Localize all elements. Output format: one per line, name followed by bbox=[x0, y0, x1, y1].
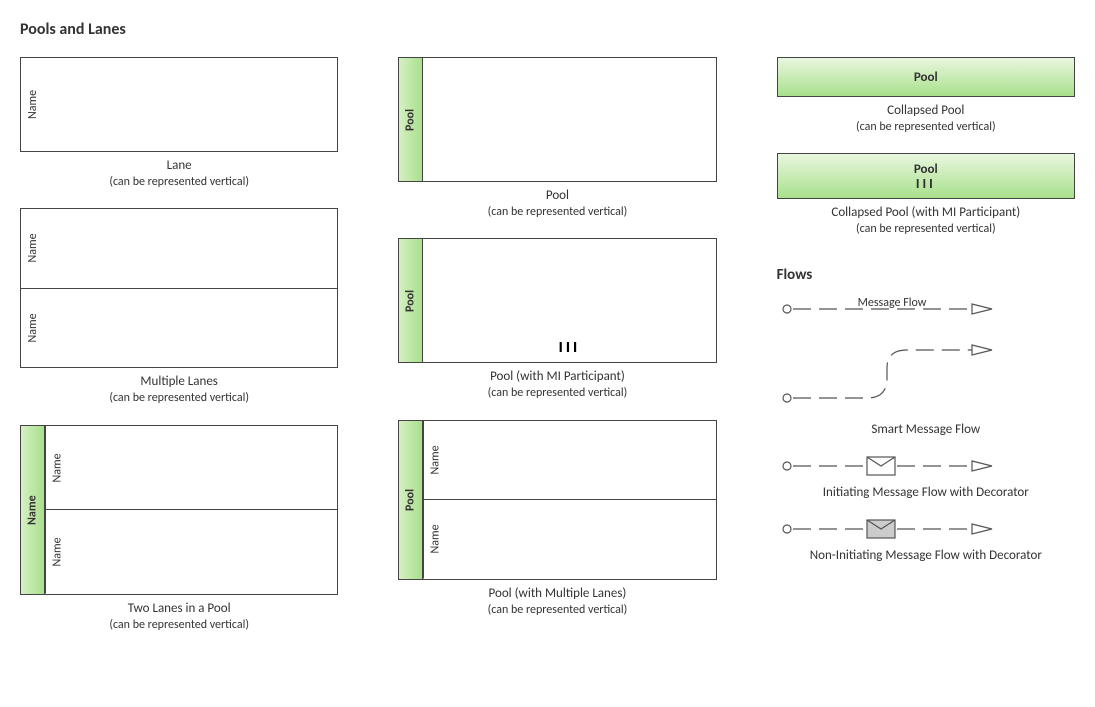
lane-row: Name bbox=[423, 421, 715, 500]
caption-sub: (can be represented vertical) bbox=[777, 222, 1075, 238]
flow-arrow-icon bbox=[972, 304, 992, 314]
flows-title: Flows bbox=[777, 266, 1075, 284]
pool-header: Pool bbox=[399, 421, 423, 579]
lane-label: Name bbox=[45, 426, 69, 510]
collapsed-pool-mi-caption: Collapsed Pool (with MI Participant) (ca… bbox=[777, 205, 1075, 237]
caption-sub: (can be represented vertical) bbox=[20, 618, 338, 634]
pool-header: Pool bbox=[399, 239, 423, 362]
pool-caption: Pool (can be represented vertical) bbox=[398, 188, 716, 220]
columns: Name Lane (can be represented vertical) … bbox=[20, 57, 1075, 651]
multiple-lanes-caption: Multiple Lanes (can be represented verti… bbox=[20, 374, 338, 406]
pool-multiple-lanes-shape: Pool Name Name bbox=[398, 420, 716, 580]
collapsed-pool-mi-shape: Pool III bbox=[777, 153, 1075, 199]
lane-row: Name bbox=[45, 509, 337, 594]
pool-shape: Pool bbox=[398, 57, 716, 182]
flow-start-circle-icon bbox=[783, 305, 791, 313]
pool-mi-shape: Pool III bbox=[398, 238, 716, 363]
lanes-container: Name Name bbox=[423, 421, 715, 579]
lane-shape: Name bbox=[20, 57, 338, 152]
pool-label: Pool bbox=[399, 239, 422, 362]
collapsed-pool-shape: Pool bbox=[777, 57, 1075, 97]
lane-row: Name bbox=[423, 499, 715, 579]
lane-row: Name bbox=[45, 426, 337, 510]
lane-body bbox=[45, 58, 337, 151]
column-2: Pool Pool (can be represented vertical) … bbox=[398, 57, 716, 651]
caption-title: Collapsed Pool bbox=[777, 103, 1075, 120]
collapsed-pool-caption: Collapsed Pool (can be represented verti… bbox=[777, 103, 1075, 135]
message-flow-shape: Message Flow bbox=[777, 294, 1075, 324]
smart-message-flow-shape: Smart Message Flow bbox=[777, 338, 1075, 437]
pool-label: Name bbox=[21, 426, 44, 594]
non-initiating-message-flow-shape: Non-Initiating Message Flow with Decorat… bbox=[777, 514, 1075, 563]
lane-row: Name bbox=[21, 288, 337, 368]
caption-sub: (can be represented vertical) bbox=[398, 603, 716, 619]
lane-label: Name bbox=[423, 500, 447, 579]
caption-title: Pool (with MI Participant) bbox=[398, 369, 716, 386]
caption-title: Pool bbox=[398, 188, 716, 205]
lane-label: Name bbox=[21, 209, 45, 288]
pool-header: Name bbox=[21, 426, 45, 594]
caption-sub: (can be represented vertical) bbox=[398, 386, 716, 402]
pool-header: Pool bbox=[399, 58, 423, 181]
pool-body bbox=[423, 58, 715, 181]
lane-label: Name bbox=[45, 510, 69, 594]
lane-label: Name bbox=[423, 421, 447, 500]
flow-caption: Initiating Message Flow with Decorator bbox=[777, 485, 1075, 500]
column-3: Pool Collapsed Pool (can be represented … bbox=[777, 57, 1075, 651]
mi-participant-icon: III bbox=[559, 339, 581, 356]
caption-sub: (can be represented vertical) bbox=[20, 391, 338, 407]
lane-row: Name bbox=[21, 209, 337, 288]
lane-caption-sub: (can be represented vertical) bbox=[20, 175, 338, 191]
two-lanes-pool-shape: Name Name Name bbox=[20, 425, 338, 595]
caption-title: Multiple Lanes bbox=[20, 374, 338, 391]
lane-body bbox=[45, 209, 337, 288]
collapsed-pool-label: Pool bbox=[914, 70, 938, 85]
caption-title: Pool (with Multiple Lanes) bbox=[398, 586, 716, 603]
lane-body bbox=[45, 289, 337, 368]
flow-start-circle-icon bbox=[783, 525, 791, 533]
mi-participant-icon: III bbox=[916, 177, 936, 190]
flow-caption: Smart Message Flow bbox=[777, 422, 1075, 437]
flow-start-circle-icon bbox=[783, 462, 791, 470]
lane-label: Name bbox=[21, 289, 45, 368]
section-title: Pools and Lanes bbox=[20, 20, 1075, 39]
flow-arrow-icon bbox=[972, 524, 992, 534]
pool-body: III bbox=[423, 239, 715, 362]
initiating-message-flow-shape: Initiating Message Flow with Decorator bbox=[777, 451, 1075, 500]
pool-multiple-lanes-caption: Pool (with Multiple Lanes) (can be repre… bbox=[398, 586, 716, 618]
flow-curve-icon bbox=[793, 350, 972, 398]
flow-label: Message Flow bbox=[857, 296, 926, 310]
two-lanes-pool-caption: Two Lanes in a Pool (can be represented … bbox=[20, 601, 338, 633]
lane-label: Name bbox=[21, 58, 45, 151]
caption-sub: (can be represented vertical) bbox=[777, 120, 1075, 136]
pool-label: Pool bbox=[399, 58, 422, 181]
pool-label: Pool bbox=[399, 421, 422, 579]
caption-title: Two Lanes in a Pool bbox=[20, 601, 338, 618]
flow-arrow-icon bbox=[972, 461, 992, 471]
lane-body bbox=[447, 500, 715, 579]
caption-title: Collapsed Pool (with MI Participant) bbox=[777, 205, 1075, 222]
lanes-container: Name Name bbox=[45, 426, 337, 594]
flow-caption: Non-Initiating Message Flow with Decorat… bbox=[777, 548, 1075, 563]
flow-arrow-icon bbox=[972, 345, 992, 355]
lane-body bbox=[69, 510, 337, 594]
flow-start-circle-icon bbox=[783, 394, 791, 402]
lane-body bbox=[69, 426, 337, 510]
caption-sub: (can be represented vertical) bbox=[398, 205, 716, 221]
collapsed-pool-label: Pool bbox=[914, 162, 938, 177]
column-1: Name Lane (can be represented vertical) … bbox=[20, 57, 338, 651]
lane-caption-title: Lane bbox=[20, 158, 338, 175]
multiple-lanes-shape: Name Name bbox=[20, 208, 338, 368]
lane-caption: Lane (can be represented vertical) bbox=[20, 158, 338, 190]
pool-mi-caption: Pool (with MI Participant) (can be repre… bbox=[398, 369, 716, 401]
lane-body bbox=[447, 421, 715, 500]
